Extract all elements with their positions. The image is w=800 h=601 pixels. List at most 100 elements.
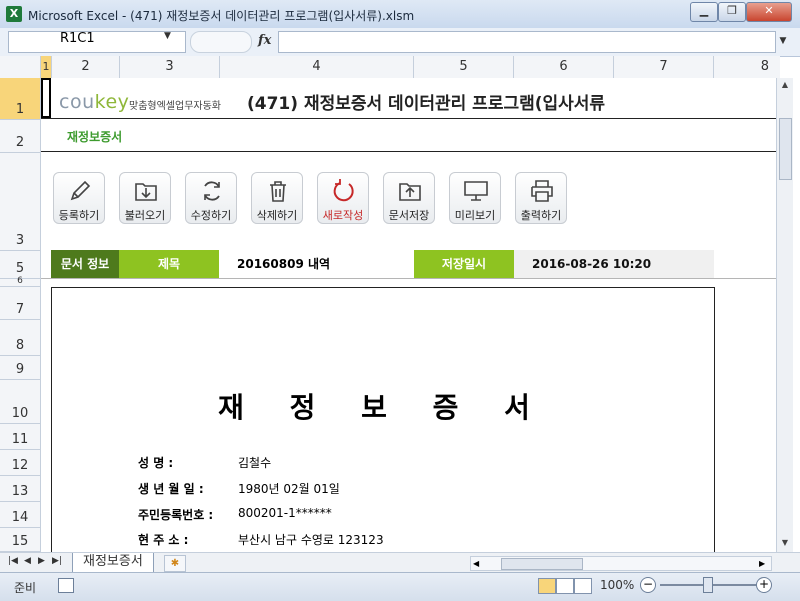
vertical-scroll-thumb[interactable] bbox=[779, 118, 792, 180]
edit-label: 수정하기 bbox=[190, 209, 232, 222]
row-header[interactable]: 3 bbox=[0, 153, 40, 251]
zoom-level[interactable]: 100% bbox=[600, 578, 634, 592]
load-button[interactable]: 불러오기 bbox=[119, 172, 171, 224]
delete-label: 삭제하기 bbox=[256, 209, 298, 222]
preview-button[interactable]: 미리보기 bbox=[449, 172, 501, 224]
worksheet-area[interactable]: coukey 맞춤형엑셀업무자동화 (471) 재정보증서 데이터관리 프로그램… bbox=[41, 78, 776, 552]
trash-icon bbox=[270, 181, 286, 202]
restore-button[interactable]: ❐ bbox=[718, 2, 746, 22]
divider bbox=[41, 118, 776, 119]
scroll-left-icon[interactable]: ◀ bbox=[473, 557, 479, 570]
column-header[interactable]: 6 bbox=[514, 56, 614, 78]
select-all-corner[interactable] bbox=[0, 56, 41, 78]
column-header[interactable]: 5 bbox=[414, 56, 514, 78]
name-box[interactable] bbox=[8, 31, 186, 53]
preview-label: 미리보기 bbox=[454, 209, 496, 222]
save-folder-icon bbox=[399, 183, 421, 201]
load-icon bbox=[135, 183, 157, 201]
row-header[interactable]: 2 bbox=[0, 120, 40, 153]
row-header[interactable]: 1 bbox=[0, 78, 40, 120]
row-header[interactable]: 11 bbox=[0, 424, 40, 450]
monitor-icon bbox=[464, 181, 488, 201]
first-sheet-icon[interactable]: |◀ bbox=[8, 556, 18, 566]
insert-sheet-icon[interactable]: ✱ bbox=[164, 555, 186, 572]
delete-button[interactable]: 삭제하기 bbox=[251, 172, 303, 224]
doc-info-label: 문서 정보 bbox=[51, 250, 119, 278]
scroll-right-icon[interactable]: ▶ bbox=[759, 557, 765, 570]
close-button[interactable]: ✕ bbox=[746, 2, 792, 22]
section-label: 재정보증서 bbox=[67, 130, 123, 144]
minimize-button[interactable]: ▁ bbox=[690, 2, 718, 22]
print-button[interactable]: 출력하기 bbox=[515, 172, 567, 224]
save-document-label: 문서저장 bbox=[388, 209, 430, 222]
row-header[interactable]: 13 bbox=[0, 476, 40, 502]
field-value[interactable]: 800201-1****** bbox=[238, 506, 332, 520]
edit-button[interactable]: 수정하기 bbox=[185, 172, 237, 224]
saved-at-value[interactable]: 2016-08-26 10:20 bbox=[514, 250, 714, 278]
column-header[interactable]: 4 bbox=[220, 56, 414, 78]
row-header[interactable]: 6 bbox=[0, 276, 40, 287]
row-header[interactable]: 10 bbox=[0, 380, 40, 424]
name-box-value: R1C1 bbox=[60, 31, 95, 46]
chevron-down-icon[interactable]: ▼ bbox=[164, 31, 171, 41]
scroll-down-icon[interactable]: ▼ bbox=[778, 536, 792, 550]
row-header[interactable]: 7 bbox=[0, 287, 40, 320]
save-document-button[interactable]: 문서저장 bbox=[383, 172, 435, 224]
formula-input[interactable] bbox=[278, 31, 776, 53]
register-label: 등록하기 bbox=[58, 209, 100, 222]
printer-icon bbox=[531, 180, 553, 202]
vertical-scrollbar[interactable]: ▲ ▼ bbox=[776, 78, 793, 552]
column-header[interactable]: 7 bbox=[614, 56, 714, 78]
macro-record-icon[interactable] bbox=[58, 578, 74, 593]
row-header[interactable]: 15 bbox=[0, 528, 40, 552]
column-header[interactable]: 8 bbox=[714, 56, 779, 78]
window-title: Microsoft Excel - (471) 재정보증서 데이터관리 프로그램… bbox=[28, 9, 415, 23]
row-header-bar: 1 2 3 5 6 7 8 9 10 11 12 13 14 15 bbox=[0, 78, 41, 552]
horizontal-scrollbar[interactable]: ◀ ▶ bbox=[470, 556, 772, 571]
zoom-in-icon[interactable]: + bbox=[756, 577, 772, 593]
excel-app-icon[interactable]: X bbox=[6, 6, 22, 22]
field-value[interactable]: 1980년 02월 01일 bbox=[238, 480, 340, 497]
expand-formula-bar-icon[interactable]: ▼ bbox=[776, 32, 790, 50]
coukey-logo: coukey bbox=[59, 91, 130, 113]
row-header[interactable]: 9 bbox=[0, 356, 40, 380]
row-header[interactable]: 5 bbox=[0, 251, 40, 279]
title-bar: X Microsoft Excel - (471) 재정보증서 데이터관리 프로… bbox=[0, 0, 800, 29]
document-info-row: 문서 정보 제목 20160809 내역 저장일시 2016-08-26 10:… bbox=[51, 250, 714, 278]
field-value[interactable]: 부산시 남구 수영로 123123 bbox=[238, 531, 384, 548]
column-header[interactable]: 1 bbox=[41, 56, 52, 78]
column-header[interactable]: 2 bbox=[52, 56, 120, 78]
field-label: 현 주 소 : bbox=[138, 533, 189, 547]
title-value[interactable]: 20160809 내역 bbox=[219, 250, 414, 278]
page-break-view-icon[interactable] bbox=[574, 578, 592, 594]
horizontal-scroll-thumb[interactable] bbox=[501, 558, 583, 570]
divider bbox=[41, 278, 776, 279]
column-header[interactable]: 3 bbox=[120, 56, 220, 78]
restore-icon: ❐ bbox=[727, 4, 737, 17]
formula-cancel-enter-area bbox=[190, 31, 252, 53]
insert-function-icon[interactable]: fx bbox=[258, 33, 271, 48]
register-button[interactable]: 등록하기 bbox=[53, 172, 105, 224]
new-document-button[interactable]: 새로작성 bbox=[317, 172, 369, 224]
formula-bar: R1C1 ▼ fx ▼ bbox=[0, 28, 800, 57]
sheet-tab[interactable]: 재정보증서 bbox=[72, 553, 154, 573]
row-header[interactable]: 8 bbox=[0, 320, 40, 356]
saved-at-label: 저장일시 bbox=[414, 250, 514, 278]
scroll-up-icon[interactable]: ▲ bbox=[778, 78, 792, 92]
ready-status: 준비 bbox=[14, 581, 37, 595]
normal-view-icon[interactable] bbox=[538, 578, 556, 594]
row-header[interactable]: 12 bbox=[0, 450, 40, 476]
prev-sheet-icon[interactable]: ◀ bbox=[24, 556, 31, 566]
print-label: 출력하기 bbox=[520, 209, 562, 222]
active-cell-outline bbox=[41, 78, 51, 118]
last-sheet-icon[interactable]: ▶| bbox=[52, 556, 62, 566]
page-title: (471) 재정보증서 데이터관리 프로그램(입사서류 bbox=[247, 94, 606, 114]
divider bbox=[41, 151, 776, 152]
row-header[interactable]: 14 bbox=[0, 502, 40, 528]
zoom-slider-thumb[interactable] bbox=[703, 577, 713, 593]
field-label: 성 명 : bbox=[138, 456, 174, 470]
zoom-out-icon[interactable]: − bbox=[640, 577, 656, 593]
page-layout-view-icon[interactable] bbox=[556, 578, 574, 594]
next-sheet-icon[interactable]: ▶ bbox=[38, 556, 45, 566]
field-value[interactable]: 김철수 bbox=[238, 454, 271, 471]
